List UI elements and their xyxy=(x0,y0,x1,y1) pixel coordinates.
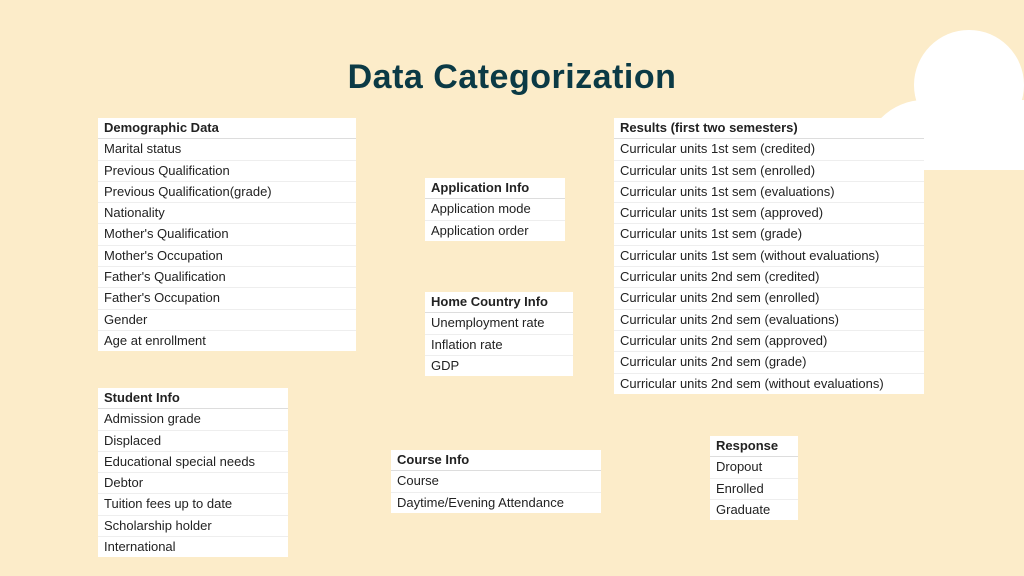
table-row: Mother's Qualification xyxy=(98,224,356,245)
response-header: Response xyxy=(710,436,798,457)
table-row: Graduate xyxy=(710,500,798,520)
response-rows: DropoutEnrolledGraduate xyxy=(710,457,798,520)
application-header: Application Info xyxy=(425,178,565,199)
results-rows: Curricular units 1st sem (credited)Curri… xyxy=(614,139,924,394)
table-row: Daytime/Evening Attendance xyxy=(391,493,601,513)
home-country-rows: Unemployment rateInflation rateGDP xyxy=(425,313,573,376)
table-row: Curricular units 1st sem (approved) xyxy=(614,203,924,224)
page-title: Data Categorization xyxy=(0,0,1024,107)
table-row: Admission grade xyxy=(98,409,288,430)
table-row: Curricular units 1st sem (grade) xyxy=(614,224,924,245)
table-row: Previous Qualification xyxy=(98,161,356,182)
results-table: Results (first two semesters) Curricular… xyxy=(614,118,924,394)
table-row: Father's Qualification xyxy=(98,267,356,288)
table-row: Curricular units 1st sem (enrolled) xyxy=(614,161,924,182)
table-row: GDP xyxy=(425,356,573,376)
table-row: Debtor xyxy=(98,473,288,494)
course-info-header: Course Info xyxy=(391,450,601,471)
table-row: Gender xyxy=(98,310,356,331)
table-row: Curricular units 2nd sem (evaluations) xyxy=(614,310,924,331)
table-row: Curricular units 2nd sem (enrolled) xyxy=(614,288,924,309)
table-row: Curricular units 1st sem (credited) xyxy=(614,139,924,160)
table-row: Application order xyxy=(425,221,565,241)
course-info-rows: CourseDaytime/Evening Attendance xyxy=(391,471,601,513)
application-table: Application Info Application modeApplica… xyxy=(425,178,565,241)
table-row: Tuition fees up to date xyxy=(98,494,288,515)
table-row: Curricular units 2nd sem (without evalua… xyxy=(614,374,924,394)
table-row: Unemployment rate xyxy=(425,313,573,334)
table-row: Father's Occupation xyxy=(98,288,356,309)
response-table: Response DropoutEnrolledGraduate xyxy=(710,436,798,520)
student-info-header: Student Info xyxy=(98,388,288,409)
demographic-header: Demographic Data xyxy=(98,118,356,139)
student-info-rows: Admission gradeDisplacedEducational spec… xyxy=(98,409,288,557)
table-row: Previous Qualification(grade) xyxy=(98,182,356,203)
table-row: Dropout xyxy=(710,457,798,478)
demographic-table: Demographic Data Marital statusPrevious … xyxy=(98,118,356,351)
table-row: Curricular units 1st sem (without evalua… xyxy=(614,246,924,267)
course-info-table: Course Info CourseDaytime/Evening Attend… xyxy=(391,450,601,513)
home-country-header: Home Country Info xyxy=(425,292,573,313)
home-country-table: Home Country Info Unemployment rateInfla… xyxy=(425,292,573,376)
table-row: Curricular units 2nd sem (credited) xyxy=(614,267,924,288)
table-row: Application mode xyxy=(425,199,565,220)
table-row: Enrolled xyxy=(710,479,798,500)
table-row: Displaced xyxy=(98,431,288,452)
table-row: Inflation rate xyxy=(425,335,573,356)
demographic-rows: Marital statusPrevious QualificationPrev… xyxy=(98,139,356,351)
table-row: Course xyxy=(391,471,601,492)
table-row: Educational special needs xyxy=(98,452,288,473)
table-row: Curricular units 1st sem (evaluations) xyxy=(614,182,924,203)
table-row: Age at enrollment xyxy=(98,331,356,351)
table-row: Nationality xyxy=(98,203,356,224)
table-row: Curricular units 2nd sem (approved) xyxy=(614,331,924,352)
table-row: Mother's Occupation xyxy=(98,246,356,267)
results-header: Results (first two semesters) xyxy=(614,118,924,139)
student-info-table: Student Info Admission gradeDisplacedEdu… xyxy=(98,388,288,557)
table-row: International xyxy=(98,537,288,557)
application-rows: Application modeApplication order xyxy=(425,199,565,241)
table-row: Marital status xyxy=(98,139,356,160)
table-row: Scholarship holder xyxy=(98,516,288,537)
table-row: Curricular units 2nd sem (grade) xyxy=(614,352,924,373)
